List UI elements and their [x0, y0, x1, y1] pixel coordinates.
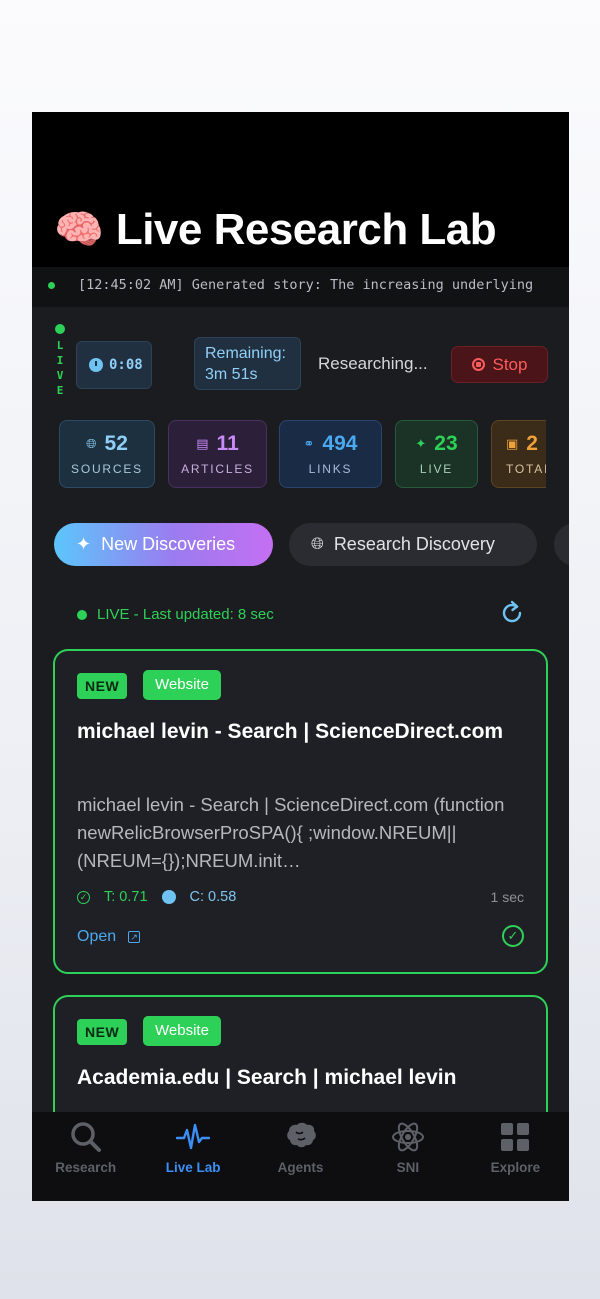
tab-label: Research: [55, 1160, 117, 1175]
open-link[interactable]: Open ↗: [77, 928, 141, 946]
stat-value: 23: [434, 432, 458, 455]
grid-icon: [501, 1123, 530, 1151]
stat-articles: ▤ 11 ARTICLES: [168, 420, 267, 488]
refresh-icon[interactable]: [499, 600, 525, 626]
tab-agents[interactable]: Agents: [247, 1112, 354, 1201]
filter-label: New Discoveries: [101, 534, 236, 554]
confidence-score-value: C: 0.58: [189, 889, 237, 905]
remaining-time: Remaining: 3m 51s: [194, 337, 301, 390]
stat-value: 494: [322, 432, 358, 455]
tab-label: Agents: [277, 1160, 324, 1175]
tab-explore[interactable]: Explore: [462, 1112, 569, 1201]
link-icon: ⚭: [303, 436, 315, 451]
bottom-tab-bar: Research Live Lab Agents SNI Explore: [32, 1112, 569, 1201]
archive-icon: ▣: [506, 436, 519, 451]
pulse-icon: [176, 1123, 211, 1150]
external-link-icon: ↗: [128, 931, 141, 943]
card-title: michael levin - Search | ScienceDirect.c…: [77, 720, 504, 743]
header: 🧠 Live Research Lab: [54, 205, 497, 254]
ticker-text: [12:45:02 AM] Generated story: The incre…: [78, 277, 534, 293]
document-icon: ▤: [196, 436, 209, 451]
stat-sources: 🌐︎ 52 SOURCES: [59, 420, 155, 488]
elapsed-time-value: 0:08: [109, 357, 143, 373]
brain-emoji-icon: 🧠: [54, 208, 104, 252]
tab-live-lab[interactable]: Live Lab: [139, 1112, 246, 1201]
confidence-score: C: 0.58: [161, 889, 237, 905]
activity-ticker: [12:45:02 AM] Generated story: The incre…: [32, 267, 569, 307]
check-icon: ✓: [77, 890, 90, 904]
stats-row[interactable]: 🌐︎ 52 SOURCES ▤ 11 ARTICLES ⚭ 494 LINKS …: [59, 420, 546, 490]
stat-value: 11: [216, 432, 239, 455]
research-status: Researching...: [318, 354, 428, 373]
stat-total: ▣ 2 TOTAL: [491, 420, 546, 488]
stop-button[interactable]: Stop: [451, 346, 548, 383]
type-badge: Website: [143, 670, 221, 700]
stop-icon: [471, 358, 485, 371]
trust-score: ✓ T: 0.71: [77, 889, 148, 905]
globe-icon: 🌐︎: [311, 535, 324, 553]
type-badge: Website: [143, 1016, 221, 1046]
stat-label: ARTICLES: [181, 462, 254, 476]
live-update-text: LIVE - Last updated: 8 sec: [97, 606, 274, 623]
globe-icon: 🌐︎: [86, 436, 97, 451]
verified-check-icon[interactable]: ✓: [502, 925, 524, 947]
stat-label: SOURCES: [71, 462, 143, 476]
card-title: Academia.edu | Search | michael levin: [77, 1066, 457, 1089]
stat-label: LIVE: [419, 462, 454, 476]
card-metrics: ✓ T: 0.71 C: 0.58: [77, 889, 236, 905]
stat-label: LINKS: [308, 462, 353, 476]
stop-button-label: Stop: [492, 354, 528, 374]
ticker-status-dot: [48, 282, 55, 289]
open-link-label: Open: [77, 928, 117, 945]
atom-icon: [391, 1122, 424, 1152]
stat-value: 52: [104, 432, 128, 455]
tab-label: Explore: [490, 1160, 541, 1175]
live-indicator-label: LIVE: [56, 339, 64, 397]
brain-icon: [286, 1122, 316, 1148]
app-screen: 🧠 Live Research Lab [12:45:02 AM] Genera…: [32, 112, 569, 1201]
new-badge: NEW: [77, 1019, 128, 1045]
stat-value: 2: [526, 432, 538, 455]
tab-research[interactable]: Research: [32, 1112, 139, 1201]
search-icon: [70, 1122, 101, 1152]
tab-sni[interactable]: SNI: [354, 1112, 461, 1201]
sparkle-icon: ✦: [415, 436, 427, 451]
live-update-status: LIVE - Last updated: 8 sec: [77, 606, 274, 623]
stat-live: ✦ 23 LIVE: [395, 420, 478, 488]
card-description: michael levin - Search | ScienceDirect.c…: [77, 794, 505, 871]
trust-score-value: T: 0.71: [104, 889, 148, 905]
elapsed-timer: 0:08: [76, 341, 152, 389]
filter-new-discoveries[interactable]: ✦ New Discoveries: [54, 523, 273, 566]
live-indicator: LIVE: [52, 324, 68, 398]
filter-label: Research Discovery: [333, 534, 495, 554]
tab-label: Live Lab: [165, 1160, 221, 1175]
page-title: Live Research Lab: [115, 205, 497, 254]
clock-icon: [89, 358, 103, 372]
sparkle-icon: ✦: [76, 534, 92, 554]
stat-label: TOTAL: [506, 462, 546, 476]
tab-label: SNI: [396, 1160, 420, 1175]
filter-research-discovery[interactable]: 🌐︎ Research Discovery: [289, 523, 537, 566]
card-timestamp: 1 sec: [490, 889, 524, 905]
confidence-dot-icon: [161, 890, 176, 904]
live-dot: [77, 609, 87, 620]
new-badge: NEW: [77, 673, 128, 699]
stat-links: ⚭ 494 LINKS: [279, 420, 382, 488]
live-dot: [55, 324, 65, 334]
discovery-card[interactable]: NEW Website michael levin - Search | Sci…: [53, 649, 548, 974]
filter-more[interactable]: [554, 523, 569, 566]
